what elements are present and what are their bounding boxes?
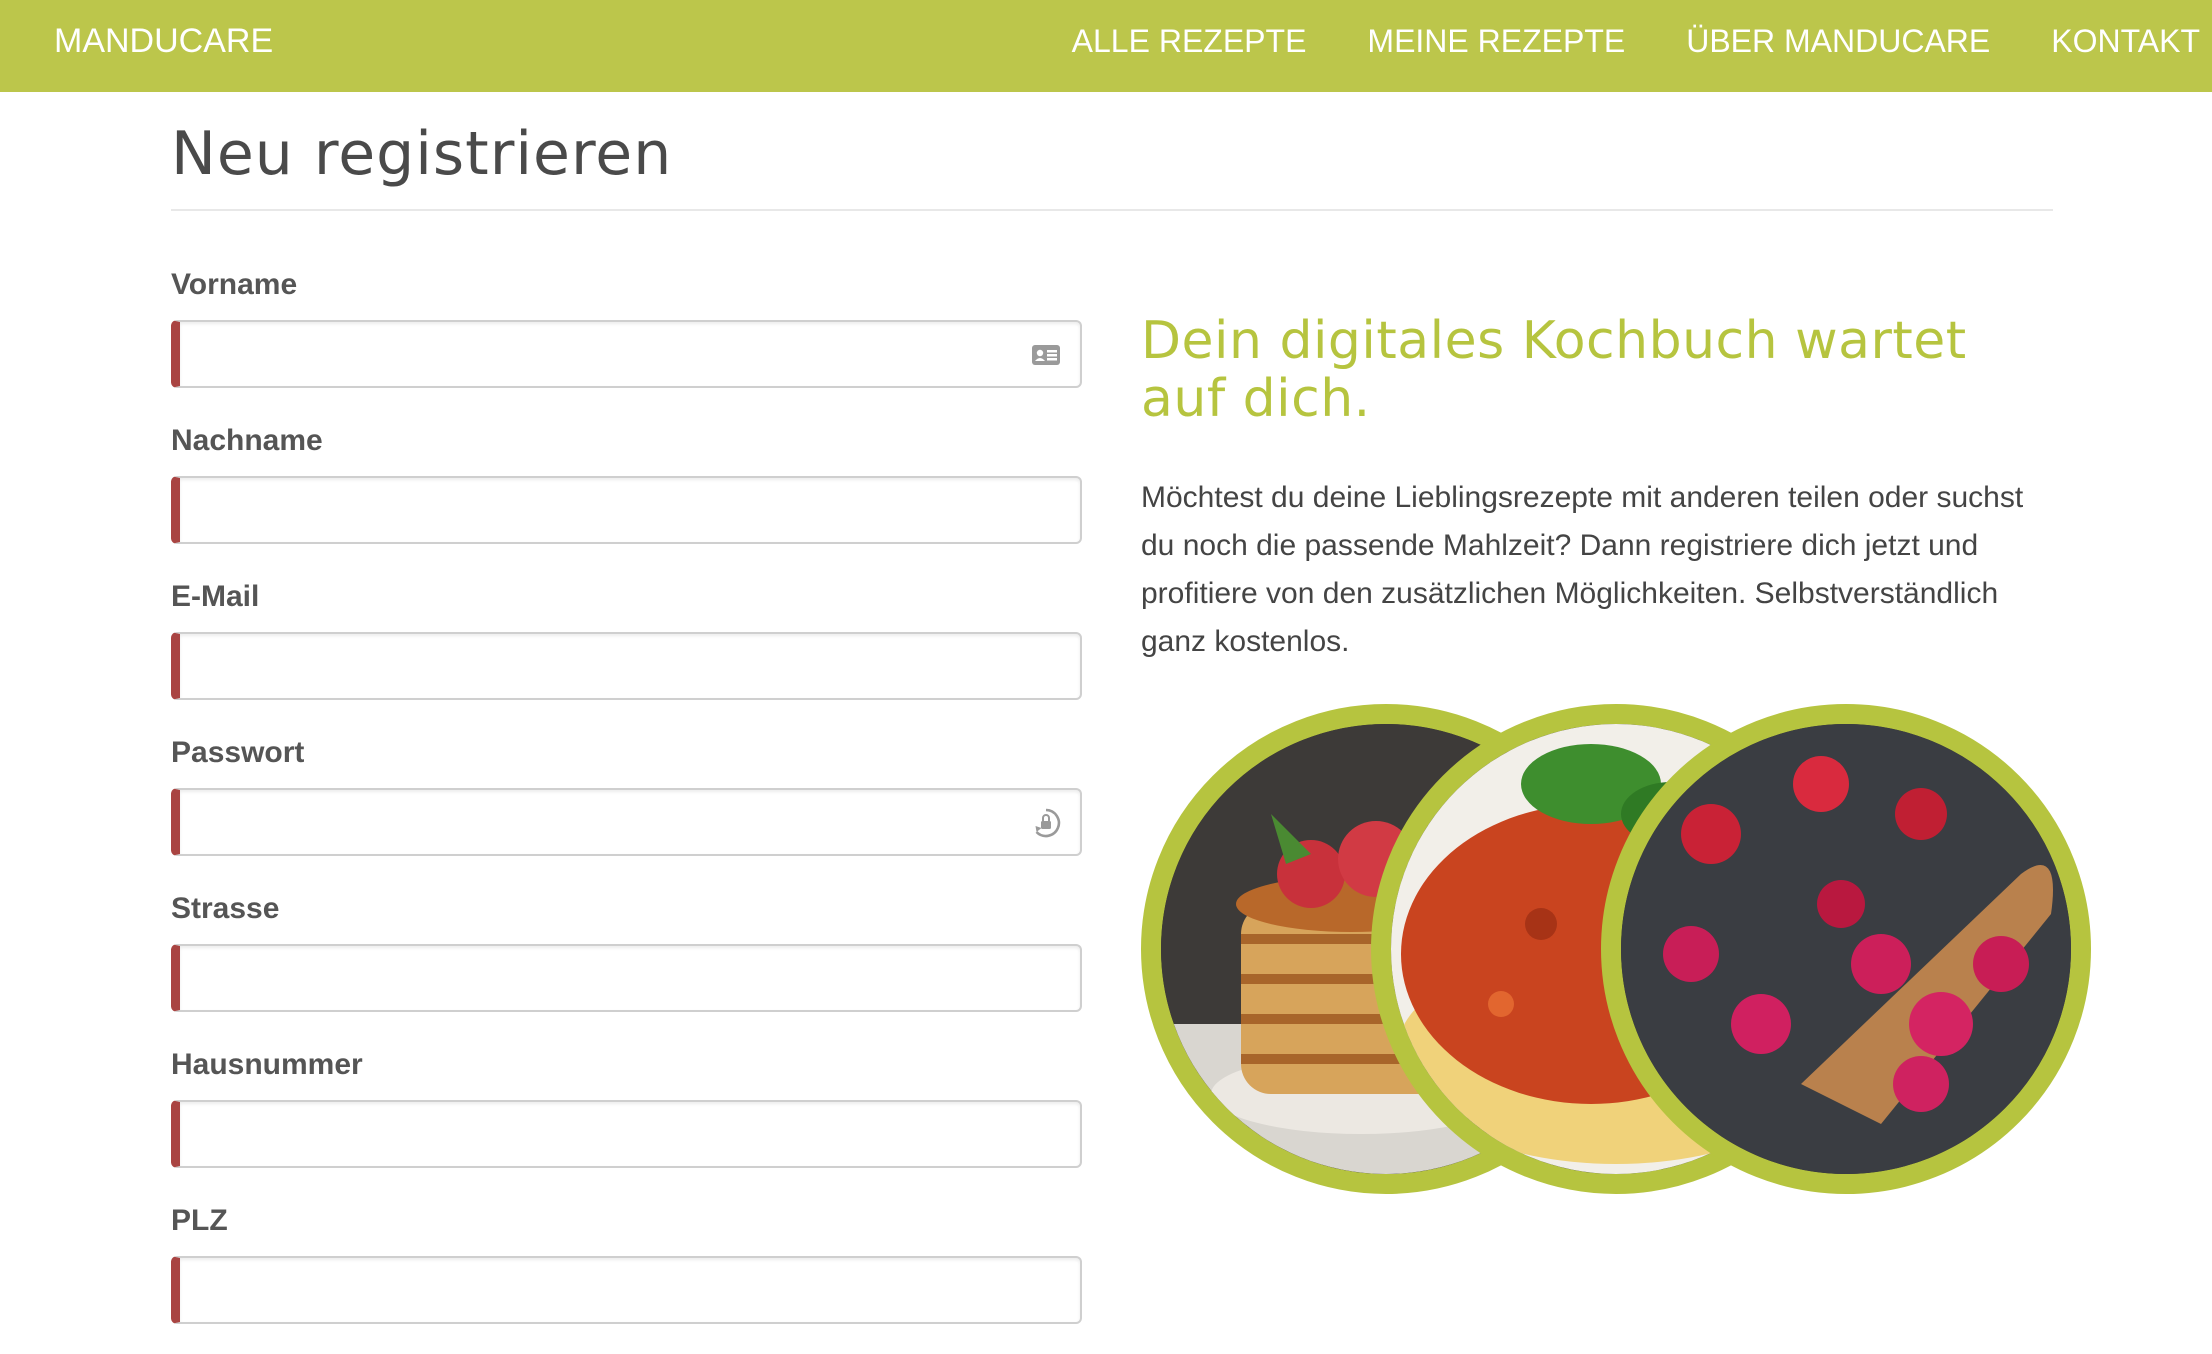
nav-link-ueber-manducare[interactable]: ÜBER MANDUCARE bbox=[1686, 20, 1990, 62]
plz-label: PLZ bbox=[171, 1204, 228, 1237]
vorname-label: Vorname bbox=[171, 268, 298, 301]
info-panel: Dein digitales Kochbuch wartet auf dich.… bbox=[1141, 311, 2061, 658]
nachname-input[interactable] bbox=[180, 478, 1080, 542]
field-passwort: Passwort bbox=[171, 730, 1082, 886]
nav-link-alle-rezepte[interactable]: ALLE REZEPTE bbox=[1072, 20, 1307, 62]
field-strasse: Strasse bbox=[171, 886, 1082, 1042]
contact-card-icon[interactable] bbox=[1030, 339, 1062, 371]
nav-link-meine-rezepte[interactable]: MEINE REZEPTE bbox=[1367, 20, 1625, 62]
hausnummer-label: Hausnummer bbox=[171, 1048, 363, 1081]
brand-logo[interactable]: MANDUCARE bbox=[54, 20, 273, 62]
hausnummer-input[interactable] bbox=[180, 1102, 1080, 1166]
passwort-label: Passwort bbox=[171, 736, 305, 769]
field-email: E-Mail bbox=[171, 574, 1082, 730]
berries-photo bbox=[1601, 704, 2091, 1194]
main-nav: ALLE REZEPTE MEINE REZEPTE ÜBER MANDUCAR… bbox=[1011, 20, 2200, 62]
title-divider bbox=[171, 209, 2053, 211]
plz-input[interactable] bbox=[180, 1258, 1080, 1322]
vorname-input-wrapper bbox=[171, 320, 1082, 388]
strasse-input-wrapper bbox=[171, 944, 1082, 1012]
food-image-collage bbox=[1141, 704, 2101, 1214]
field-plz: PLZ bbox=[171, 1198, 1082, 1354]
strasse-input[interactable] bbox=[180, 946, 1080, 1010]
nachname-input-wrapper bbox=[171, 476, 1082, 544]
navbar: MANDUCARE ALLE REZEPTE MEINE REZEPTE ÜBE… bbox=[0, 0, 2212, 92]
password-manager-icon[interactable] bbox=[1030, 807, 1062, 839]
plz-input-wrapper bbox=[171, 1256, 1082, 1324]
vorname-input[interactable] bbox=[180, 322, 1080, 386]
field-nachname: Nachname bbox=[171, 418, 1082, 574]
email-input-wrapper bbox=[171, 632, 1082, 700]
nav-link-kontakt[interactable]: KONTAKT bbox=[2051, 20, 2200, 62]
field-hausnummer: Hausnummer bbox=[171, 1042, 1082, 1198]
berries-illustration bbox=[1621, 724, 2071, 1174]
nachname-label: Nachname bbox=[171, 424, 323, 457]
email-input[interactable] bbox=[180, 634, 1080, 698]
passwort-input-wrapper bbox=[171, 788, 1082, 856]
tagline: Dein digitales Kochbuch wartet auf dich. bbox=[1141, 311, 1967, 429]
page-title: Neu registrieren bbox=[171, 119, 673, 189]
hausnummer-input-wrapper bbox=[171, 1100, 1082, 1168]
email-label: E-Mail bbox=[171, 580, 260, 613]
strasse-label: Strasse bbox=[171, 892, 280, 925]
passwort-input[interactable] bbox=[180, 790, 1080, 854]
registration-form: Vorname Nachname E-Mail Passwort Strasse… bbox=[171, 262, 1082, 1354]
field-vorname: Vorname bbox=[171, 262, 1082, 418]
description-text: Möchtest du deine Lieblingsrezepte mit a… bbox=[1141, 481, 2024, 658]
